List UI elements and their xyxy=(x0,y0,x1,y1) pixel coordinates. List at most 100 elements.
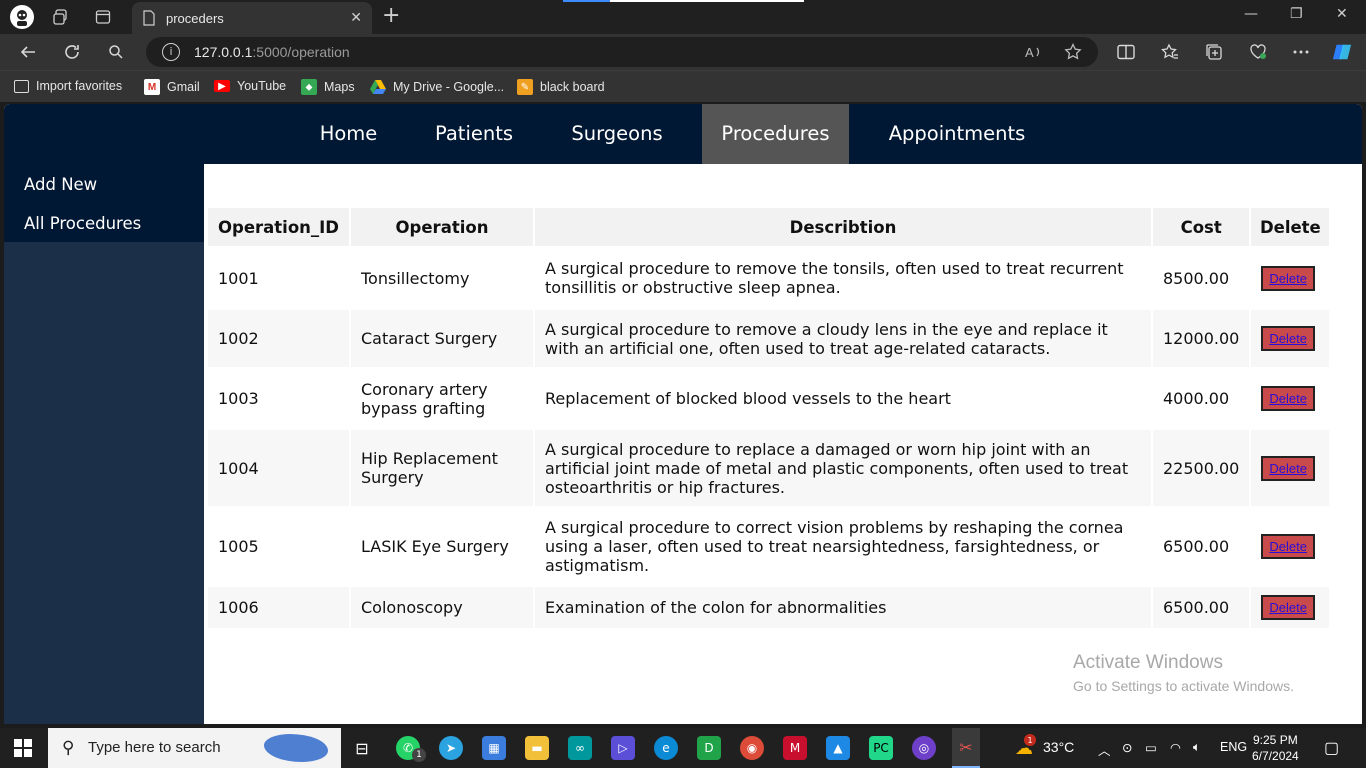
mcafee-icon[interactable]: M xyxy=(783,736,807,760)
url-path: :5000/operation xyxy=(252,44,350,60)
table-header-row: Operation_ID Operation Describtion Cost … xyxy=(208,208,1330,246)
bookmark-import-favorites[interactable]: Import favorites xyxy=(14,79,122,93)
favorite-star-icon[interactable] xyxy=(1063,42,1083,62)
cell-cost: 6500.00 xyxy=(1153,508,1250,585)
nav-appointments[interactable]: Appointments xyxy=(870,104,1044,164)
meet-now-icon[interactable]: ⊙ xyxy=(1122,740,1132,755)
cell-description: Examination of the colon for abnormaliti… xyxy=(535,587,1151,628)
gmail-icon: M xyxy=(144,79,160,95)
bookmark-black-board[interactable]: ✎ black board xyxy=(517,79,605,95)
cell-description: A surgical procedure to remove the tonsi… xyxy=(535,248,1151,308)
page-icon xyxy=(143,10,155,26)
nav-patients[interactable]: Patients xyxy=(416,104,532,164)
system-clock[interactable]: 9:25 PM 6/7/2024 xyxy=(1252,732,1299,764)
bookmark-my-drive[interactable]: My Drive - Google... xyxy=(370,79,504,95)
watermark-title: Activate Windows xyxy=(1073,652,1223,673)
restore-icon[interactable]: ❐ xyxy=(1290,6,1303,22)
tab-proceders[interactable]: proceders ✕ xyxy=(132,2,372,34)
language-indicator[interactable]: ENG xyxy=(1220,740,1247,754)
visual-studio-icon[interactable]: ▷ xyxy=(611,736,635,760)
temperature[interactable]: 33°C xyxy=(1043,739,1074,755)
more-options-icon[interactable] xyxy=(1291,42,1311,62)
delete-button[interactable]: Delete xyxy=(1261,455,1315,481)
profile-avatar-icon[interactable] xyxy=(10,5,34,29)
search-placeholder: Type here to search xyxy=(88,739,221,756)
pycharm-icon[interactable]: PC xyxy=(869,736,893,760)
address-bar[interactable]: i 127.0.0.1:5000/operation A xyxy=(146,37,1098,67)
browser-tab-bar: proceders ✕ + — ❐ ✕ xyxy=(0,0,1366,34)
close-window-icon[interactable]: ✕ xyxy=(1336,6,1348,22)
loading-strip-progress xyxy=(563,0,610,2)
delete-button[interactable]: Delete xyxy=(1261,386,1315,411)
bookmark-label: Maps xyxy=(324,80,355,94)
copilot-icon[interactable] xyxy=(1332,42,1352,62)
delete-button[interactable]: Delete xyxy=(1261,595,1315,620)
browser-essentials-icon[interactable] xyxy=(1248,42,1268,62)
refresh-icon[interactable] xyxy=(62,42,82,62)
arduino-icon[interactable]: ∞ xyxy=(568,736,592,760)
show-hidden-icons-icon[interactable]: ︿ xyxy=(1098,740,1111,759)
cell-operation-id: 1005 xyxy=(208,508,349,585)
column-header-operation-id: Operation_ID xyxy=(208,208,349,246)
search-icon: ⚲ xyxy=(62,738,75,758)
edge-icon[interactable]: e xyxy=(654,736,678,760)
weather-badge: 1 xyxy=(1024,734,1036,746)
collections-icon[interactable] xyxy=(1204,42,1224,62)
bookmark-label: Import favorites xyxy=(36,79,123,93)
taskbar-search[interactable]: ⚲ Type here to search xyxy=(48,728,341,768)
youtube-icon: ▶ xyxy=(214,80,230,92)
cell-operation: Colonoscopy xyxy=(351,587,533,628)
cell-delete: Delete xyxy=(1251,508,1330,585)
site-info-icon[interactable]: i xyxy=(162,43,180,61)
wifi-icon[interactable]: ◠ xyxy=(1170,740,1181,755)
bookmark-gmail[interactable]: M Gmail xyxy=(144,79,200,95)
column-header-operation: Operation xyxy=(351,208,533,246)
bookmark-youtube[interactable]: ▶ YouTube xyxy=(214,79,286,93)
table-row: 1002 Cataract Surgery A surgical procedu… xyxy=(208,310,1330,367)
new-tab-icon[interactable]: + xyxy=(382,5,400,27)
procedures-table: Operation_ID Operation Describtion Cost … xyxy=(206,206,1331,630)
telegram-icon[interactable]: ➤ xyxy=(439,736,463,760)
read-aloud-icon[interactable]: A xyxy=(1024,42,1044,62)
file-explorer-icon[interactable]: ▬ xyxy=(525,736,549,760)
cell-description: A surgical procedure to replace a damage… xyxy=(535,430,1151,506)
sidebar-item-add-new[interactable]: Add New xyxy=(24,175,97,194)
url-text[interactable]: 127.0.0.1:5000/operation xyxy=(194,44,350,60)
back-icon[interactable] xyxy=(18,42,38,62)
sidebar-item-all-procedures[interactable]: All Procedures xyxy=(24,214,141,233)
nav-home[interactable]: Home xyxy=(302,104,395,164)
delete-button[interactable]: Delete xyxy=(1261,326,1315,351)
activate-windows-watermark: Activate Windows Go to Settings to activ… xyxy=(1073,652,1294,694)
windows-start-icon[interactable] xyxy=(14,739,32,757)
browser-toolbar: i 127.0.0.1:5000/operation A xyxy=(0,34,1366,70)
notifications-icon[interactable]: ▢ xyxy=(1324,738,1339,758)
cell-cost: 12000.00 xyxy=(1153,310,1250,367)
search-icon[interactable] xyxy=(106,42,126,62)
nav-procedures[interactable]: Procedures xyxy=(702,104,849,164)
photos-icon[interactable]: ▲ xyxy=(826,736,850,760)
table-row: 1001 Tonsillectomy A surgical procedure … xyxy=(208,248,1330,308)
dbeaver-icon[interactable]: D xyxy=(697,736,721,760)
minimize-icon[interactable]: — xyxy=(1244,6,1258,22)
tab-close-icon[interactable]: ✕ xyxy=(350,10,362,26)
github-desktop-icon[interactable]: ◎ xyxy=(912,736,936,760)
chrome-icon[interactable]: ◉ xyxy=(740,736,764,760)
favorites-icon[interactable] xyxy=(1160,42,1180,62)
cell-cost: 8500.00 xyxy=(1153,248,1250,308)
bookmark-maps[interactable]: ⬥ Maps xyxy=(301,79,355,95)
delete-button[interactable]: Delete xyxy=(1261,534,1315,559)
workspaces-icon[interactable] xyxy=(52,8,70,26)
task-view-icon[interactable]: ⊟ xyxy=(350,736,374,760)
blackboard-icon: ✎ xyxy=(517,79,533,95)
cell-operation: LASIK Eye Surgery xyxy=(351,508,533,585)
microsoft-store-icon[interactable]: ▦ xyxy=(482,736,506,760)
snipping-tool-icon[interactable]: ✂ xyxy=(952,728,980,768)
delete-button[interactable]: Delete xyxy=(1261,265,1315,291)
cell-operation-id: 1003 xyxy=(208,369,349,428)
volume-icon[interactable]: 🔈︎ xyxy=(1193,740,1201,755)
cell-operation-id: 1006 xyxy=(208,587,349,628)
battery-icon[interactable]: ▭ xyxy=(1145,740,1157,755)
split-screen-icon[interactable] xyxy=(1116,42,1136,62)
tab-actions-icon[interactable] xyxy=(94,8,112,26)
nav-surgeons[interactable]: Surgeons xyxy=(552,104,682,164)
